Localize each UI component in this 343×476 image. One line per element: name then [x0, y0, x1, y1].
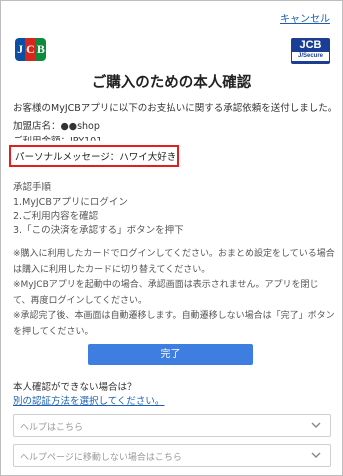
jcb-logo-b: B [35, 38, 46, 61]
done-button[interactable]: 完了 [88, 344, 253, 365]
cancel-link[interactable]: キャンセル [280, 10, 330, 25]
page-title: ご購入のための本人確認 [91, 75, 252, 91]
steps-heading: 承認手順 [13, 182, 52, 193]
step-item-2: 2.ご利用内容を確認 [13, 211, 99, 222]
intro-text: お客様のMyJCBアプリに以下のお支払いに関する承認依頼を送付しました。 [13, 103, 338, 114]
note-2: ※MyJCBアプリを起動中の場合、承認画面は表示されません。アプリを閉じて、再度… [13, 280, 319, 306]
step-item-3: 3.「この決済を承認する」ボタンを押下 [13, 225, 184, 236]
help-page-dropdown-label: ヘルプページに移動しない場合はこちら [20, 453, 182, 463]
chevron-down-icon [311, 452, 321, 458]
help-dropdown-label: ヘルプはこちら [20, 423, 84, 433]
step-item-1: 1.MyJCBアプリにログイン [13, 197, 128, 208]
jcb-logo-c: C [25, 38, 36, 61]
personal-message-box: パーソナルメッセージ：ハワイ大好き [9, 145, 179, 167]
note-1: ※購入に利用したカードでログインしてください。おまとめ設定をしている場合は購入に… [13, 249, 335, 275]
jcb-logo-j: J [15, 38, 26, 61]
note-3: ※承認完了後、本画面は自動遷移します。自動遷移しない場合は「完了」ボタンを押して… [13, 311, 335, 337]
chevron-down-icon [311, 422, 321, 428]
help-page-dropdown[interactable]: ヘルプページに移動しない場合はこちら [13, 444, 331, 467]
personal-message: パーソナルメッセージ：ハワイ大好き [15, 152, 177, 163]
jsecure-logo: JCB J/Secure [291, 38, 330, 64]
jsecure-logo-main: JCB [299, 39, 322, 51]
jsecure-logo-sub: J/Secure [292, 52, 329, 61]
alt-method-link[interactable]: 別の認証方法を選択してください。 [13, 393, 164, 407]
alt-question: 本人確認ができない場合は？ [13, 382, 137, 393]
jcb-logo: J C B [15, 38, 46, 61]
auth-dialog: キャンセル J C B JCB J/Secure ご購入のための本人確認 お客様… [0, 0, 343, 476]
merchant-name: 加盟店名：●●shop [13, 121, 100, 132]
help-dropdown[interactable]: ヘルプはこちら [13, 414, 331, 437]
